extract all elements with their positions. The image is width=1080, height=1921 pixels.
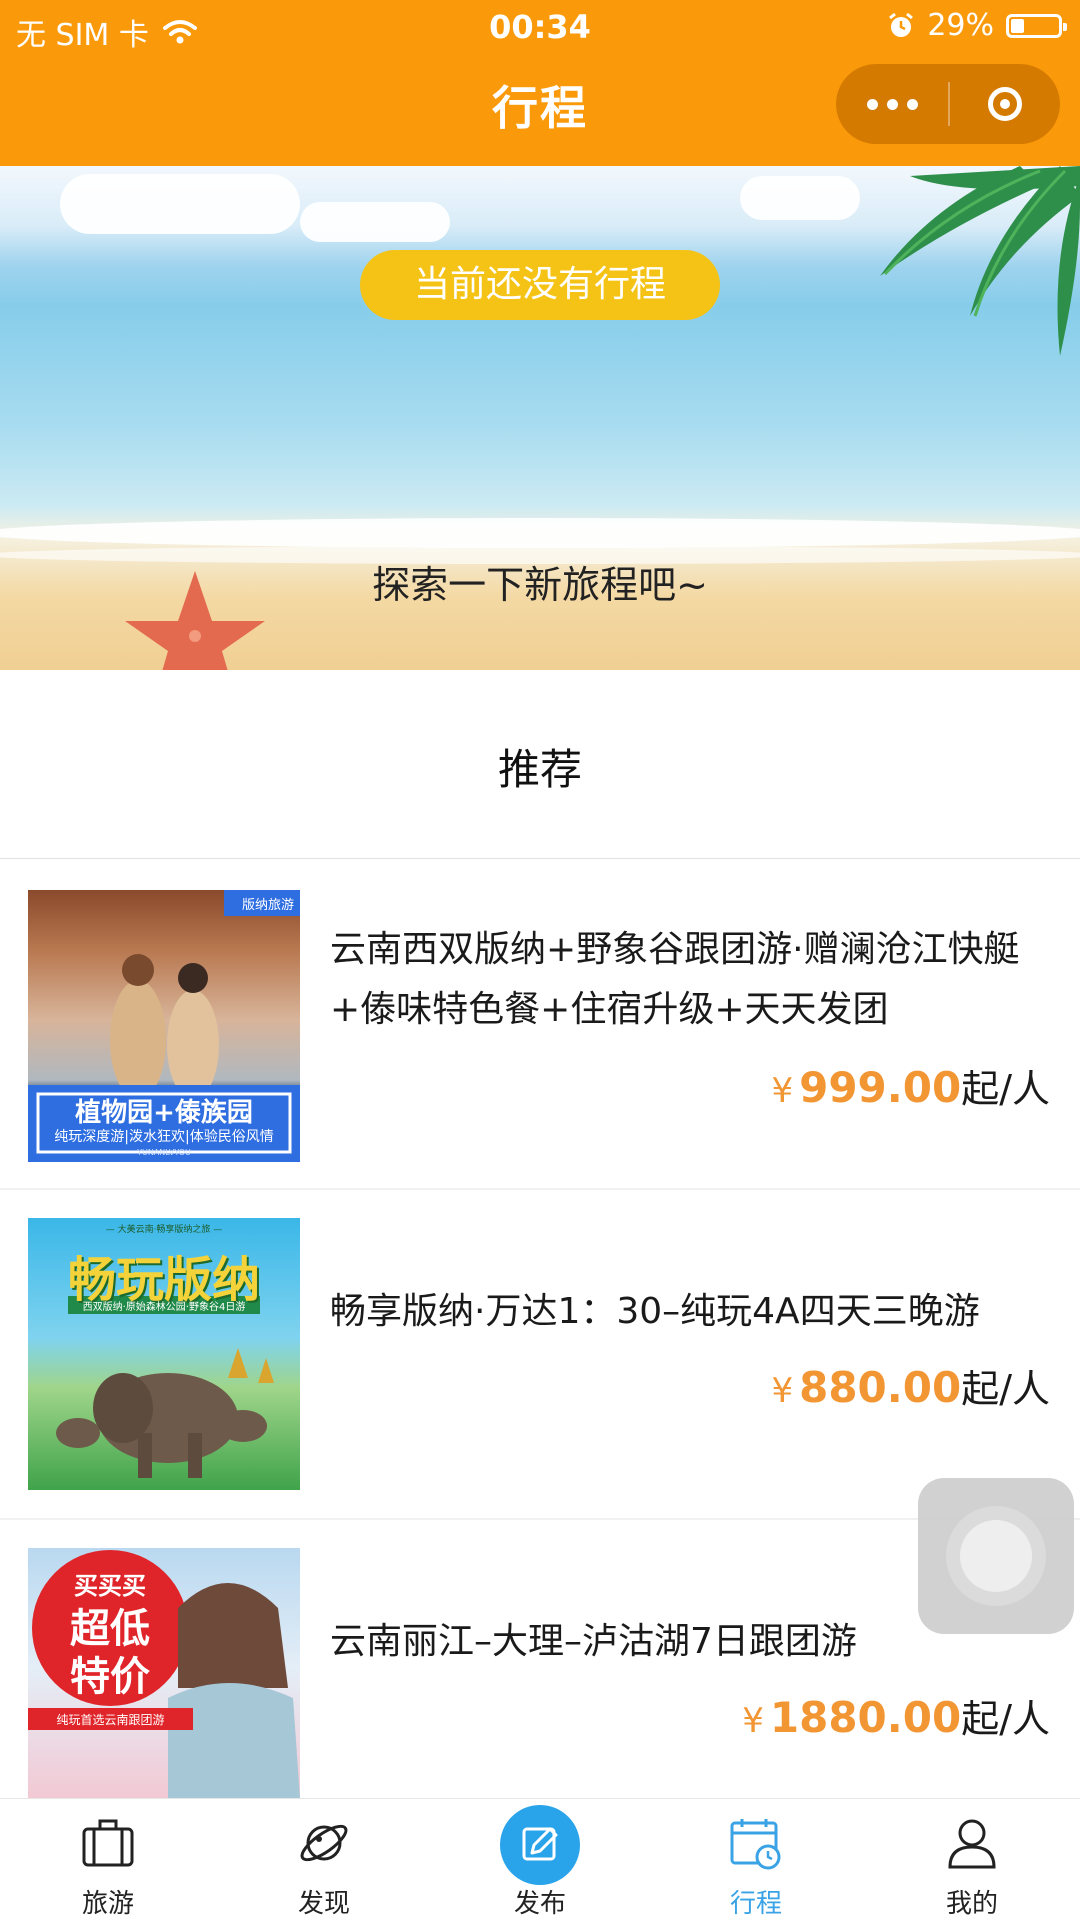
suitcase-icon: [82, 1819, 134, 1867]
price-value: 880.00: [799, 1363, 962, 1412]
thumbnail-caption: 纯玩首选云南跟团游: [56, 1713, 165, 1727]
tab-label: 我的: [945, 1889, 998, 1919]
cloud: [300, 202, 450, 242]
dot: [866, 98, 878, 110]
price-unit: 起/人: [961, 1067, 1050, 1111]
top-bar: 无 SIM 卡 00:34 29% 行程: [0, 0, 1080, 166]
target-icon: [988, 87, 1022, 121]
product-item[interactable]: — 大美云南·畅享版纳之旅 — 畅玩版纳 西双版纳·原始森林公园·野象谷4日游 …: [0, 1190, 1080, 1520]
thumbnail-tag: 版纳旅游: [241, 898, 294, 913]
cloud: [60, 174, 300, 234]
explore-text: 探索一下新旅程吧~: [372, 563, 708, 607]
empty-itinerary-banner: 当前还没有行程 探索一下新旅程吧~: [0, 166, 1080, 670]
product-item[interactable]: 版纳旅游 植物园+傣族园 纯玩深度游|泼水狂欢|体验民俗风情 YUNANLVYO…: [0, 858, 1080, 1188]
more-button[interactable]: [836, 64, 948, 144]
product-price: ¥1880.00起/人: [742, 1688, 1050, 1743]
wave: [0, 518, 1080, 548]
tab-publish[interactable]: 发布: [432, 1799, 648, 1921]
thumbnail-caption: 植物园+傣族园: [75, 1098, 253, 1128]
thumbnail-badge-line2: 特价: [70, 1654, 150, 1700]
price-value: 1880.00: [769, 1693, 962, 1742]
thumbnail-subcaption: 西双版纳·原始森林公园·野象谷4日游: [82, 1302, 246, 1313]
currency-symbol: ¥: [771, 1071, 794, 1111]
battery-percent: 29%: [927, 8, 994, 43]
tab-label: 旅游: [81, 1889, 134, 1919]
bottom-tab-bar: 旅游 发现 发布 行程 我的: [0, 1798, 1080, 1921]
dot: [886, 98, 898, 110]
price-unit: 起/人: [961, 1367, 1050, 1411]
mini-program-capsule: [836, 64, 1060, 144]
calendar-clock-icon: [730, 1819, 781, 1870]
product-price: ¥999.00起/人: [771, 1058, 1050, 1113]
status-bar: 无 SIM 卡 00:34 29%: [0, 0, 1080, 56]
price-unit: 起/人: [961, 1697, 1050, 1741]
edit-icon: [522, 1827, 558, 1861]
assistive-core: [960, 1520, 1032, 1592]
product-thumbnail: 版纳旅游 植物园+傣族园 纯玩深度游|泼水狂欢|体验民俗风情 YUNANLVYO…: [28, 890, 300, 1162]
tab-label: 发现: [297, 1889, 350, 1919]
thumbnail-footer: YUNANLVYOU: [137, 1148, 191, 1157]
dot: [906, 98, 918, 110]
tab-mine[interactable]: 我的: [864, 1799, 1080, 1921]
price-value: 999.00: [799, 1063, 962, 1112]
product-thumbnail: — 大美云南·畅享版纳之旅 — 畅玩版纳 西双版纳·原始森林公园·野象谷4日游: [28, 1218, 300, 1490]
status-right: 29%: [887, 8, 1067, 43]
alarm-icon: [889, 12, 914, 37]
user-icon: [948, 1819, 996, 1869]
empty-itinerary-badge: 当前还没有行程: [360, 250, 720, 320]
thumbnail-subcaption: 纯玩深度游|泼水狂欢|体验民俗风情: [54, 1129, 274, 1145]
product-thumbnail: 买买买 超低 特价 纯玩首选云南跟团游: [28, 1548, 300, 1798]
battery-icon: [1006, 13, 1067, 38]
tab-label: 发布: [513, 1889, 566, 1919]
recommend-section-title: 推荐: [0, 670, 1080, 859]
tab-label: 行程: [729, 1889, 782, 1919]
floating-assistive-button[interactable]: [918, 1478, 1074, 1634]
tab-travel[interactable]: 旅游: [0, 1799, 216, 1921]
currency-symbol: ¥: [742, 1701, 764, 1741]
palm-leaves: [880, 166, 1080, 356]
publish-button-circle: [500, 1805, 580, 1885]
planet-icon: [300, 1824, 348, 1862]
tab-discover[interactable]: 发现: [216, 1799, 432, 1921]
currency-symbol: ¥: [771, 1371, 794, 1411]
tab-itinerary[interactable]: 行程: [648, 1799, 864, 1921]
product-title: 云南西双版纳+野象谷跟团游·赠澜沧江快艇+傣味特色餐+住宿升级+天天发团: [330, 929, 1020, 1030]
thumbnail-tagline: — 大美云南·畅享版纳之旅 —: [105, 1225, 223, 1235]
product-price: ¥880.00起/人: [771, 1358, 1050, 1413]
product-title: 畅享版纳·万达1：30–纯玩4A四天三晚游: [330, 1291, 980, 1332]
close-mini-program-button[interactable]: [950, 64, 1060, 144]
